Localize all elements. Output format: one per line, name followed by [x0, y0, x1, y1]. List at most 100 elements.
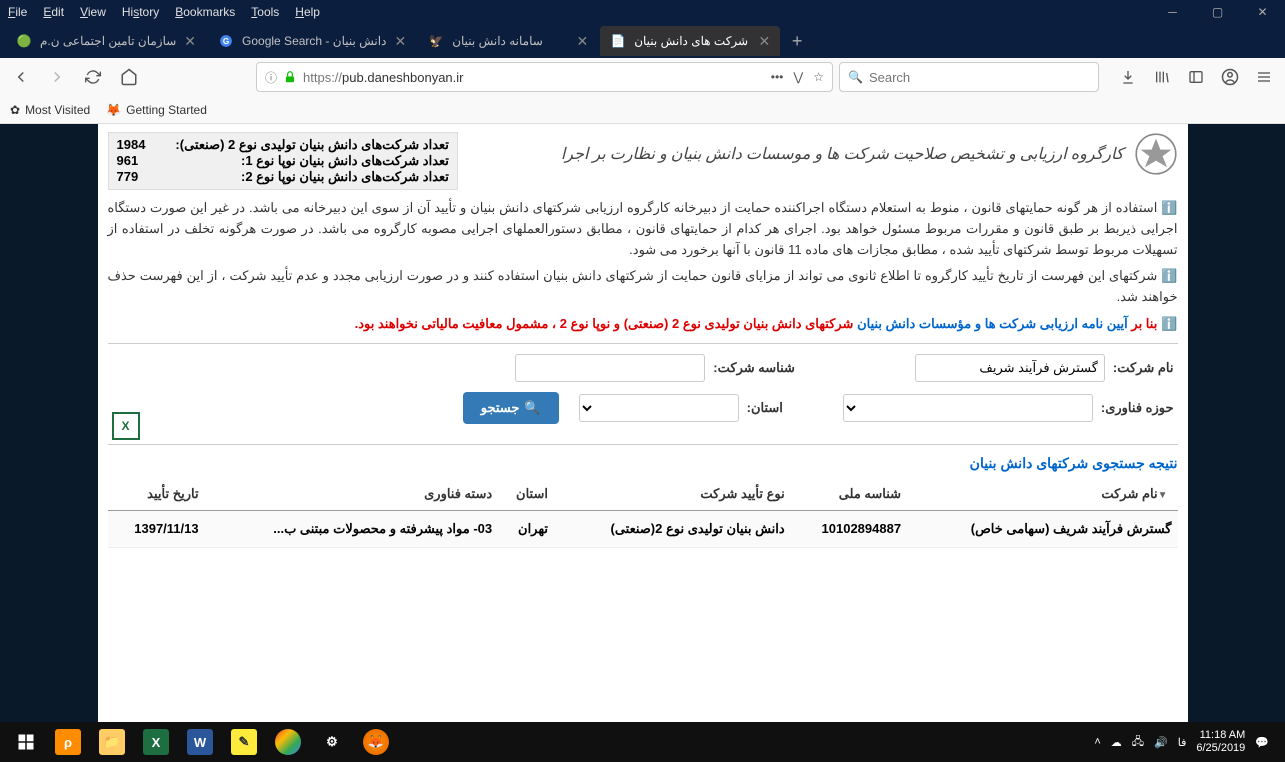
app-firefox[interactable]: 🦊: [354, 722, 398, 762]
tray-network-icon[interactable]: 🖧: [1132, 733, 1144, 752]
tab-0[interactable]: 🟢 سازمان تامین اجتماعی ن.م ✕: [6, 26, 206, 56]
tab-title: شرکت های دانش بنیان: [634, 34, 750, 48]
table-row[interactable]: گسترش فرآیند شریف (سهامی خاص) 1010289488…: [108, 510, 1178, 547]
search-icon: 🔍: [848, 70, 863, 84]
app-explorer[interactable]: 📁: [90, 722, 134, 762]
menu-tools[interactable]: Tools: [251, 5, 279, 19]
search-input[interactable]: [869, 70, 1090, 85]
col-approval-date[interactable]: تاریخ تأیید: [108, 478, 205, 511]
taskbar-clock[interactable]: 11:18 AM 6/25/2019: [1196, 729, 1245, 755]
back-button[interactable]: [6, 62, 36, 92]
info-bullet-icon: ℹ️: [1161, 316, 1177, 331]
province-label: استان:: [747, 400, 783, 416]
account-button[interactable]: [1215, 62, 1245, 92]
taskbar-time: 11:18 AM: [1196, 729, 1245, 742]
org-header: کارگروه ارزیابی و تشخیص صلاحیت شرکت ها و…: [561, 132, 1178, 176]
stat-value: 1984: [117, 137, 146, 153]
url-text: https://pub.daneshbonyan.ir: [303, 70, 771, 85]
menu-help[interactable]: Help: [295, 5, 320, 19]
firefox-icon: 🦊: [106, 103, 121, 117]
menu-view[interactable]: View: [80, 5, 106, 19]
tray-sound-icon[interactable]: 🔊: [1154, 736, 1168, 749]
most-visited-bookmark[interactable]: ✿Most Visited: [10, 103, 90, 117]
menu-edit[interactable]: Edit: [43, 5, 64, 19]
tray-onedrive-icon[interactable]: ☁: [1111, 736, 1122, 749]
downloads-button[interactable]: [1113, 62, 1143, 92]
company-id-label: شناسه شرکت:: [713, 360, 795, 376]
province-select[interactable]: [579, 394, 739, 422]
taskbar: ρ 📁 X W ✎ ⚙ 🦊 ˄ ☁ 🖧 🔊 فا 11:18 AM 6/25/2…: [0, 722, 1285, 762]
app-excel[interactable]: X: [134, 722, 178, 762]
app-settings[interactable]: ⚙: [310, 722, 354, 762]
search-button[interactable]: 🔍جستجو: [463, 392, 559, 424]
cell-national-id: 10102894887: [791, 510, 907, 547]
start-button[interactable]: [6, 722, 46, 762]
close-tab-icon[interactable]: ✕: [394, 33, 406, 50]
app-sticky[interactable]: ✎: [222, 722, 266, 762]
col-name[interactable]: ▼نام شرکت: [907, 478, 1177, 511]
close-tab-icon[interactable]: ✕: [184, 33, 196, 50]
close-tab-icon[interactable]: ✕: [758, 33, 770, 50]
tray-lang[interactable]: فا: [1178, 736, 1187, 749]
lock-icon: [283, 70, 297, 84]
stat-value: 779: [117, 169, 139, 185]
col-tech-category[interactable]: دسته فناوری: [205, 478, 499, 511]
company-name-input[interactable]: [915, 354, 1105, 382]
maximize-button[interactable]: ▢: [1195, 0, 1240, 24]
stats-box: تعداد شرکت‌های دانش بنیان تولیدی نوع 2 (…: [108, 132, 458, 190]
info-icon[interactable]: ⓘ: [265, 69, 277, 86]
export-excel-button[interactable]: X: [112, 412, 140, 440]
cell-province: تهران: [498, 510, 554, 547]
stat-label: تعداد شرکت‌های دانش بنیان نوپا نوع 1:: [241, 153, 449, 169]
emblem-icon: [1134, 132, 1178, 176]
reader-icon[interactable]: •••: [771, 70, 784, 84]
company-name-label: نام شرکت:: [1113, 360, 1174, 376]
col-national-id[interactable]: شناسه ملی: [791, 478, 907, 511]
stat-label: تعداد شرکت‌های دانش بنیان نوپا نوع 2:: [241, 169, 449, 185]
page-viewport: کارگروه ارزیابی و تشخیص صلاحیت شرکت ها و…: [0, 124, 1285, 722]
tab-3[interactable]: 📄 شرکت های دانش بنیان ✕: [600, 26, 780, 56]
sidebar-button[interactable]: [1181, 62, 1211, 92]
minimize-button[interactable]: ─: [1150, 0, 1195, 24]
search-form: نام شرکت: شناسه شرکت: حوزه فناوری: استان…: [108, 343, 1178, 445]
home-button[interactable]: [114, 62, 144, 92]
library-button[interactable]: [1147, 62, 1177, 92]
forward-button[interactable]: [42, 62, 72, 92]
menu-history[interactable]: History: [122, 5, 159, 19]
menu-bookmarks[interactable]: Bookmarks: [175, 5, 235, 19]
url-bar[interactable]: ⓘ https://pub.daneshbonyan.ir ••• ⋁ ☆: [256, 62, 833, 92]
results-title: نتیجه جستجوی شرکتهای دانش بنیان: [108, 455, 1178, 472]
tray-up-icon[interactable]: ˄: [1094, 736, 1100, 748]
col-province[interactable]: استان: [498, 478, 554, 511]
reload-button[interactable]: [78, 62, 108, 92]
tech-area-label: حوزه فناوری:: [1101, 400, 1174, 416]
favicon-icon: 🟢: [16, 33, 32, 49]
tab-bar: 🟢 سازمان تامین اجتماعی ن.م ✕ G Google Se…: [0, 24, 1285, 58]
window-controls: ─ ▢ ✕: [1150, 0, 1285, 24]
company-id-input[interactable]: [515, 354, 705, 382]
stat-value: 961: [117, 153, 139, 169]
menu-file[interactable]: File: [8, 5, 27, 19]
app-chrome[interactable]: [266, 722, 310, 762]
menu-button[interactable]: [1249, 62, 1279, 92]
col-approval-type[interactable]: نوع تأیید شرکت: [554, 478, 791, 511]
org-title: کارگروه ارزیابی و تشخیص صلاحیت شرکت ها و…: [561, 144, 1124, 164]
action-center-icon[interactable]: 💬: [1255, 736, 1269, 749]
tab-1[interactable]: G Google Search - دانش بنیان ✕: [208, 26, 416, 56]
tech-area-select[interactable]: [843, 394, 1093, 422]
new-tab-button[interactable]: +: [782, 26, 812, 56]
search-icon: 🔍: [524, 400, 540, 416]
cell-approval-type: دانش بنیان تولیدی نوع 2(صنعتی): [554, 510, 791, 547]
close-window-button[interactable]: ✕: [1240, 0, 1285, 24]
app-word[interactable]: W: [178, 722, 222, 762]
bookmark-star-icon[interactable]: ☆: [813, 70, 824, 84]
info-bullet-icon: ℹ️: [1161, 268, 1177, 283]
favicon-icon: 📄: [610, 33, 626, 49]
close-tab-icon[interactable]: ✕: [576, 33, 588, 50]
nav-toolbar: ⓘ https://pub.daneshbonyan.ir ••• ⋁ ☆ 🔍: [0, 58, 1285, 96]
app-everything[interactable]: ρ: [46, 722, 90, 762]
search-bar[interactable]: 🔍: [839, 62, 1099, 92]
pocket-icon[interactable]: ⋁: [793, 70, 803, 84]
tab-2[interactable]: 🦅 سامانه دانش بنیان ✕: [418, 26, 598, 56]
getting-started-bookmark[interactable]: 🦊Getting Started: [106, 103, 207, 117]
